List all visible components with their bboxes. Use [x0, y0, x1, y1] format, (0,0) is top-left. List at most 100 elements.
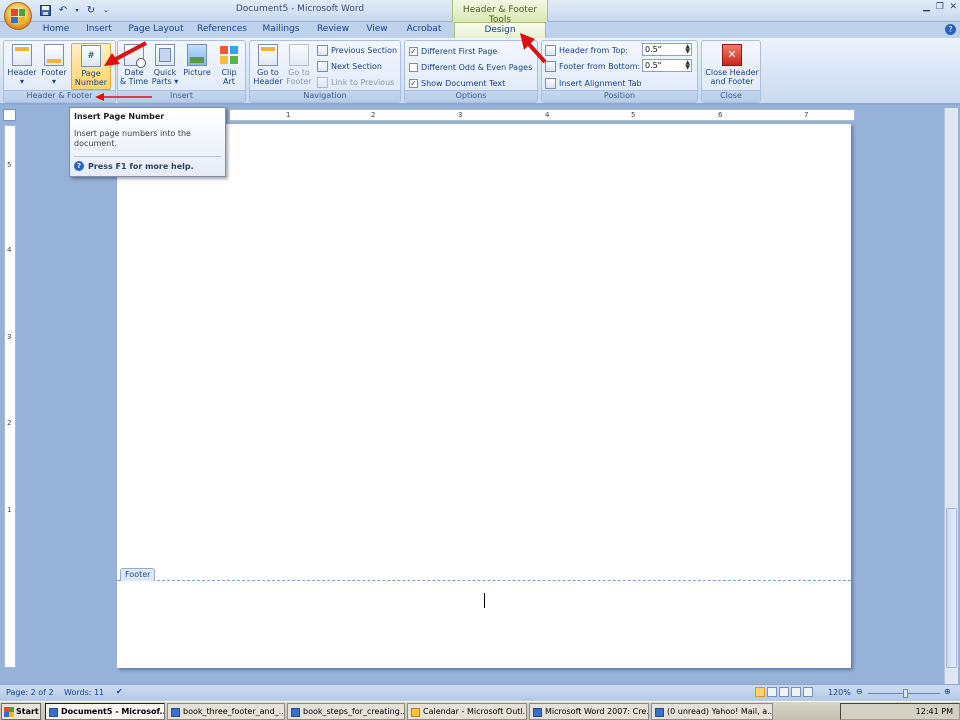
close-icon[interactable]: ✕: [949, 2, 957, 12]
system-tray: 12:41 PM: [840, 703, 960, 720]
word-icon: [291, 708, 300, 717]
taskbar-item-book-three[interactable]: book_three_footer_and_...: [167, 703, 285, 720]
next-section-button[interactable]: Next Section: [317, 59, 382, 73]
different-first-page-checkbox[interactable]: ✓ Different First Page: [409, 44, 497, 58]
previous-section-button[interactable]: Previous Section: [317, 43, 397, 57]
taskbar-item-calendar-outlook[interactable]: Calendar - Microsoft Outl...: [407, 703, 527, 720]
clip-art-button[interactable]: Clip Art: [213, 43, 245, 90]
save-icon[interactable]: [38, 3, 52, 17]
undo-icon[interactable]: ↶: [56, 3, 70, 17]
office-button[interactable]: [4, 2, 32, 30]
tab-view[interactable]: View: [360, 22, 394, 38]
tab-mailings[interactable]: Mailings: [258, 22, 304, 38]
spinner-arrows-icon[interactable]: ▲ ▼: [685, 60, 690, 71]
annotation-arrow-icon: [104, 41, 147, 66]
tab-home[interactable]: Home: [36, 22, 76, 38]
zoom-slider-thumb[interactable]: [903, 689, 908, 698]
outline-icon[interactable]: [791, 687, 801, 697]
page-number-icon: #: [81, 45, 101, 67]
proofing-icon[interactable]: ✔: [116, 687, 123, 696]
tab-selector-icon[interactable]: [3, 109, 16, 121]
group-label-position: Position: [542, 90, 697, 102]
web-layout-icon[interactable]: [779, 687, 789, 697]
word-count[interactable]: Words: 11: [64, 688, 104, 697]
status-bar: Page: 2 of 2 Words: 11 ✔ 120% ⊖ ⊕: [0, 684, 960, 701]
tooltip-body: Insert page numbers into the document.: [74, 129, 191, 148]
header-from-top-input[interactable]: 0.5" ▲ ▼: [642, 43, 692, 56]
undo-dropdown-icon[interactable]: ▾: [74, 3, 80, 17]
view-buttons: [755, 687, 813, 697]
taskbar-item-word-2007[interactable]: Microsoft Word 2007: Cre...: [529, 703, 649, 720]
picture-button[interactable]: Picture: [181, 43, 213, 90]
ruler-mark: 5: [631, 111, 636, 119]
tab-acrobat[interactable]: Acrobat: [402, 22, 446, 38]
ribbon-tabs: Home Insert Page Layout References Maili…: [0, 22, 960, 38]
help-icon[interactable]: ?: [945, 24, 956, 35]
quick-parts-icon: [155, 44, 175, 66]
ruler-mark: 2: [7, 419, 12, 427]
windows-logo-icon: [4, 706, 14, 717]
previous-section-icon: [317, 44, 328, 56]
page-count[interactable]: Page: 2 of 2: [6, 688, 54, 697]
taskbar-item-word-document5[interactable]: Document5 - Microsof...: [45, 703, 165, 720]
full-screen-reading-icon[interactable]: [767, 687, 777, 697]
customize-qat-icon[interactable]: ⌄: [102, 3, 110, 17]
group-position: Header from Top: 0.5" ▲ ▼ Footer from Bot…: [541, 40, 698, 103]
zoom-level[interactable]: 120%: [828, 688, 851, 697]
outlook-icon: [411, 708, 420, 717]
link-icon: [317, 76, 328, 88]
vertical-scrollbar[interactable]: [944, 108, 958, 684]
checkmark-icon: ✓: [409, 78, 418, 88]
vertical-ruler[interactable]: 5 4 3 2 1: [4, 125, 16, 668]
footer-boundary: [117, 580, 851, 581]
browser-icon: [655, 708, 664, 717]
goto-header-button[interactable]: Go to Header: [252, 43, 284, 90]
goto-footer-button[interactable]: Go to Footer: [283, 43, 315, 90]
minimize-icon[interactable]: ▁: [923, 2, 930, 12]
alignment-tab-icon: [545, 77, 556, 89]
redo-icon[interactable]: ↻: [84, 3, 98, 17]
taskbar-item-book-steps[interactable]: book_steps_for_creating...: [287, 703, 405, 720]
tooltip-insert-page-number: Insert Page Number Insert page numbers i…: [69, 107, 226, 177]
spinner-arrows-icon[interactable]: ▲ ▼: [685, 44, 690, 55]
group-label-options: Options: [405, 90, 537, 102]
ruler-mark: 6: [718, 111, 723, 119]
footer-from-bottom-input[interactable]: 0.5" ▲ ▼: [642, 59, 692, 72]
tooltip-help: ? Press F1 for more help.: [74, 156, 221, 171]
word-icon: [171, 708, 180, 717]
start-button[interactable]: Start: [1, 703, 41, 720]
tab-page-layout[interactable]: Page Layout: [124, 22, 188, 38]
quick-parts-button[interactable]: Quick Parts ▾: [149, 43, 181, 90]
tab-references[interactable]: References: [194, 22, 250, 38]
link-to-previous-button[interactable]: Link to Previous: [317, 75, 394, 89]
browser-icon: [533, 708, 542, 717]
insert-alignment-tab-button[interactable]: Insert Alignment Tab: [545, 76, 642, 90]
clip-art-icon: [219, 44, 239, 66]
ruler-mark: 2: [371, 111, 376, 119]
horizontal-ruler[interactable]: 1 2 3 4 5 6 7: [229, 109, 855, 121]
draft-icon[interactable]: [803, 687, 813, 697]
picture-icon: [187, 44, 207, 66]
zoom-out-icon[interactable]: ⊖: [856, 687, 863, 696]
zoom-in-icon[interactable]: ⊕: [944, 687, 951, 696]
title-bar: ↶ ▾ ↻ ⌄ Document5 - Microsoft Word Heade…: [0, 0, 960, 30]
goto-footer-icon: [289, 44, 309, 66]
show-document-text-checkbox[interactable]: ✓ Show Document Text: [409, 76, 505, 90]
tab-insert[interactable]: Insert: [80, 22, 118, 38]
close-header-footer-button[interactable]: ✕ Close Header and Footer: [704, 43, 760, 90]
goto-header-icon: [258, 44, 278, 66]
document-page[interactable]: [117, 124, 851, 668]
restore-icon[interactable]: ❐: [936, 2, 944, 12]
footer-button[interactable]: Footer ▾: [38, 43, 70, 90]
print-layout-icon[interactable]: [755, 687, 765, 697]
ruler-mark: 1: [286, 111, 291, 119]
header-button[interactable]: Header ▾: [6, 43, 38, 90]
clock[interactable]: 12:41 PM: [916, 707, 953, 716]
taskbar-item-yahoo-mail[interactable]: (0 unread) Yahoo! Mail, a...: [651, 703, 773, 720]
scrollbar-thumb[interactable]: [946, 508, 957, 668]
office-logo-icon: [11, 9, 25, 23]
tab-review[interactable]: Review: [312, 22, 354, 38]
next-section-icon: [317, 60, 328, 72]
text-cursor: [484, 593, 485, 608]
different-odd-even-checkbox[interactable]: Different Odd & Even Pages: [409, 60, 532, 74]
